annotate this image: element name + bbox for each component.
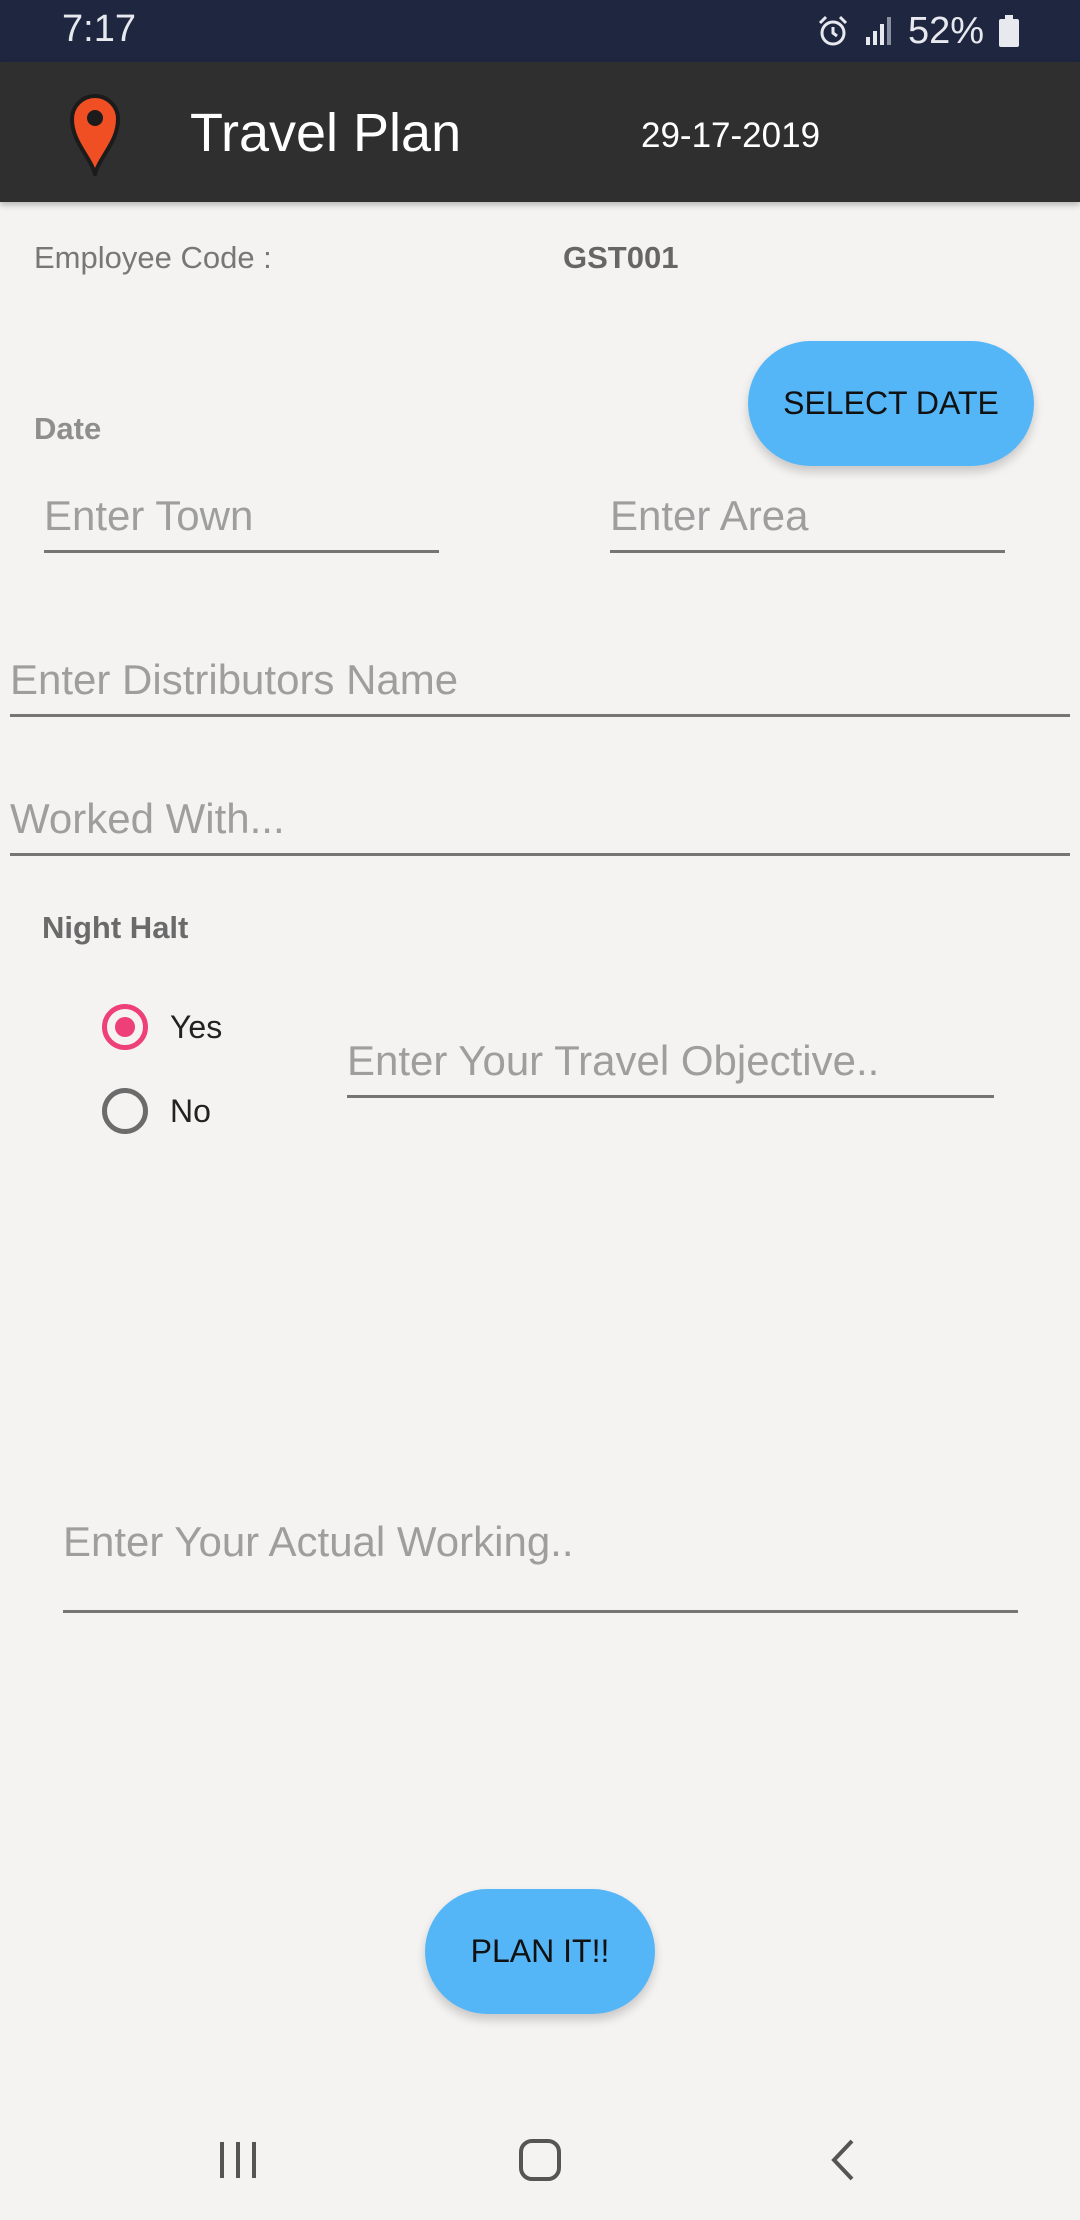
alarm-icon	[818, 15, 847, 46]
recent-apps-icon	[220, 2142, 256, 2178]
employee-code-label: Employee Code :	[34, 240, 272, 275]
status-icons: 52%	[816, 8, 1020, 54]
back-icon	[831, 2139, 854, 2181]
area-placeholder: Enter Area	[610, 492, 809, 539]
signal-icon	[865, 17, 891, 45]
battery-icon	[999, 15, 1019, 47]
app-title: Travel Plan	[190, 103, 462, 163]
header-date: 29-17-2019	[641, 116, 821, 155]
back-button[interactable]	[802, 2130, 882, 2190]
home-icon	[519, 2139, 561, 2181]
status-time: 7:17	[62, 8, 136, 50]
night-halt-no-option[interactable]: No	[102, 1088, 211, 1134]
map-pin-icon	[69, 94, 121, 176]
plan-it-button[interactable]: PLAN IT!!	[425, 1889, 655, 2014]
worked-with-placeholder: Worked With...	[10, 795, 285, 842]
recent-apps-button[interactable]	[198, 2130, 278, 2190]
app-bar: Travel Plan 29-17-2019	[0, 62, 1080, 202]
town-input[interactable]: Enter Town	[44, 480, 439, 553]
worked-with-input[interactable]: Worked With...	[10, 780, 1070, 856]
radio-no[interactable]	[102, 1088, 148, 1134]
distributor-name-input[interactable]: Enter Distributors Name	[10, 640, 1070, 717]
travel-objective-placeholder: Enter Your Travel Objective..	[347, 1037, 880, 1084]
radio-yes[interactable]	[102, 1004, 148, 1050]
radio-no-label: No	[170, 1092, 211, 1129]
distributor-placeholder: Enter Distributors Name	[10, 656, 459, 703]
radio-yes-label: Yes	[170, 1008, 223, 1045]
home-button[interactable]	[500, 2130, 580, 2190]
select-date-button[interactable]: SELECT DATE	[748, 341, 1034, 466]
actual-working-placeholder: Enter Your Actual Working..	[63, 1518, 574, 1565]
actual-working-input[interactable]: Enter Your Actual Working..	[63, 1500, 1018, 1613]
battery-percent: 52%	[907, 9, 984, 52]
system-nav-bar	[0, 2100, 1080, 2220]
date-label: Date	[34, 411, 102, 446]
status-bar: 7:17 52%	[0, 0, 1080, 62]
travel-objective-input[interactable]: Enter Your Travel Objective..	[347, 1020, 994, 1098]
employee-code-value: GST001	[563, 240, 679, 275]
night-halt-label: Night Halt	[42, 910, 189, 945]
night-halt-yes-option[interactable]: Yes	[102, 1004, 222, 1050]
area-input[interactable]: Enter Area	[610, 480, 1005, 553]
town-placeholder: Enter Town	[44, 492, 254, 539]
